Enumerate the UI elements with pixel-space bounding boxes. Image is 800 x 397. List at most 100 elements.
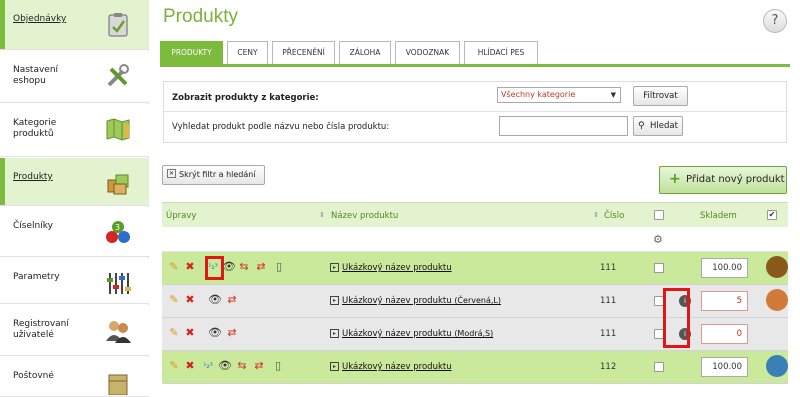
add-product-button[interactable]: + Přidat nový produkt <box>659 166 787 194</box>
product-name-link[interactable]: Ukázkový název produktu <box>342 362 452 372</box>
expand-icon[interactable]: ▸ <box>330 296 339 305</box>
pencil-icon[interactable]: ✎ <box>168 360 180 372</box>
swap-icon[interactable]: ⇄ <box>226 327 238 339</box>
numbers-icon: 3 <box>106 221 130 243</box>
delete-icon[interactable]: ✖ <box>184 261 196 273</box>
product-thumbnail <box>766 289 788 311</box>
tab-repricing[interactable]: PŘECENĚNÍ <box>272 41 335 65</box>
tab-watchdog[interactable]: HLÍDACÍ PES <box>464 41 538 65</box>
product-name: Ukázkový název produktu <box>342 329 452 339</box>
expand-icon[interactable]: ▸ <box>330 362 339 371</box>
sidebar-item-shipping[interactable]: Poštovné <box>0 357 149 397</box>
delete-icon[interactable]: ✖ <box>184 360 196 372</box>
sidebar-item-registered-users[interactable]: Registrovaní uživatelé <box>0 305 149 356</box>
plus-icon: + <box>669 171 681 187</box>
product-name: Ukázkový název produktu <box>342 296 452 306</box>
product-variant: (Červená,L) <box>454 296 501 305</box>
eye-icon[interactable]: 👁 <box>208 327 222 339</box>
sidebar: Objednávky Nastavení eshopu Kategorie pr… <box>0 0 149 397</box>
product-name-link[interactable]: Ukázkový název produktu (Modrá,S) <box>342 329 493 339</box>
product-number: 111 <box>600 329 617 339</box>
delete-icon[interactable]: ✖ <box>184 327 196 339</box>
search-button[interactable]: ⚲ Hledat <box>633 116 683 136</box>
tools-icon <box>107 64 129 87</box>
table-row: ✎ ✖ 👁 ⇄ ▸ Ukázkový název produktu (Červe… <box>162 285 788 318</box>
eye-icon[interactable]: 👁 <box>218 360 232 372</box>
swap-icon[interactable]: ⇄ <box>255 261 267 273</box>
sidebar-item-categories[interactable]: Kategorie produktů <box>0 104 149 157</box>
column-stock: Skladem <box>700 211 737 221</box>
sliders-icon <box>107 273 131 294</box>
tab-products[interactable]: PRODUKTY <box>160 41 223 65</box>
add-product-label: Přidat nový produkt <box>686 174 785 185</box>
sidebar-item-parameters[interactable]: Parametry <box>0 258 149 304</box>
pencil-icon[interactable]: ✎ <box>168 261 180 273</box>
eye-icon[interactable]: 👁 <box>208 294 222 306</box>
magnifier-icon: ⚲ <box>638 121 645 131</box>
clipboard-icon <box>108 13 128 37</box>
row-checkbox[interactable] <box>654 362 664 372</box>
category-select[interactable]: Všechny kategorie ▼ <box>497 87 621 103</box>
stock-input[interactable]: 0 <box>701 324 748 344</box>
pencil-icon[interactable]: ✎ <box>168 327 180 339</box>
tab-backup[interactable]: ZÁLOHA <box>339 41 391 65</box>
gear-icon[interactable]: ⚙ <box>653 233 663 246</box>
swap-icon[interactable]: ⇄ <box>253 360 265 372</box>
divider <box>164 111 788 112</box>
sidebar-item-codebooks[interactable]: Číselníky 3 <box>0 207 149 257</box>
product-number: 111 <box>600 263 617 273</box>
product-name-link[interactable]: Ukázkový název produktu <box>342 263 452 273</box>
tab-prices[interactable]: CENY <box>227 41 268 65</box>
sort-icon[interactable]: ⇕ <box>319 211 325 219</box>
table-row: ✎ ✖ ¹₂³ 👁 ⇆ ⇄ ▯ ▸ Ukázkový název produkt… <box>162 252 788 285</box>
search-button-label: Hledat <box>650 121 678 131</box>
sidebar-item-orders[interactable]: Objednávky <box>0 0 149 50</box>
category-label: Zobrazit produkty z kategorie: <box>172 93 319 103</box>
product-number: 111 <box>600 296 617 306</box>
column-number[interactable]: Číslo <box>604 211 624 221</box>
hide-filter-button[interactable]: ✕ Skrýt filtr a hledání <box>162 165 265 185</box>
expand-icon[interactable]: ▸ <box>330 329 339 338</box>
sizes-icon[interactable]: ▯ <box>273 261 285 273</box>
shipping-icon <box>108 374 128 395</box>
sidebar-item-eshop-settings[interactable]: Nastavení eshopu <box>0 51 149 103</box>
sort-icon[interactable]: ⇕ <box>593 211 599 219</box>
basket-icon[interactable]: ⇆ <box>238 261 250 273</box>
select-all-stock-checkbox[interactable]: ✔ <box>767 210 777 220</box>
product-name-link[interactable]: Ukázkový název produktu (Červená,L) <box>342 296 501 306</box>
stock-input[interactable]: 100.00 <box>701 258 748 278</box>
main-content: Produkty ? PRODUKTY CENY PŘECENĚNÍ ZÁLOH… <box>149 0 800 384</box>
tab-watermark[interactable]: VODOZNAK <box>395 41 460 65</box>
stock-input[interactable]: 5 <box>701 291 748 311</box>
sidebar-item-label: Nastavení eshopu <box>13 65 59 86</box>
svg-text:3: 3 <box>115 223 120 232</box>
swap-icon[interactable]: ⇄ <box>226 294 238 306</box>
page-title: Produkty <box>163 6 238 27</box>
product-name: Ukázkový název produktu <box>342 362 452 372</box>
help-icon[interactable]: ? <box>763 9 787 33</box>
expand-icon[interactable]: ▸ <box>330 263 339 272</box>
sidebar-item-products[interactable]: Produkty <box>0 158 149 206</box>
sidebar-item-label: Produkty <box>13 172 53 182</box>
column-name[interactable]: Název produktu <box>331 211 398 221</box>
order-icon[interactable]: ¹₂³ <box>202 360 214 372</box>
search-input[interactable] <box>499 116 628 136</box>
pencil-icon[interactable]: ✎ <box>168 294 180 306</box>
highlight-box-info-icons <box>663 288 690 348</box>
sidebar-item-label: Kategorie produktů <box>13 118 57 139</box>
filter-panel: Zobrazit produkty z kategorie: Všechny k… <box>163 81 788 143</box>
product-thumbnail <box>766 256 788 278</box>
product-variant: (Modrá,S) <box>454 329 494 338</box>
chevron-down-icon: ▼ <box>610 91 616 99</box>
row-checkbox[interactable] <box>654 263 664 273</box>
basket-icon[interactable]: ⇆ <box>236 360 248 372</box>
map-icon <box>106 118 130 141</box>
product-name: Ukázkový název produktu <box>342 263 452 273</box>
select-all-checkbox[interactable] <box>654 210 664 220</box>
delete-icon[interactable]: ✖ <box>184 294 196 306</box>
category-select-value: Všechny kategorie <box>501 90 576 99</box>
sidebar-item-label: Číselníky <box>13 221 53 231</box>
filter-button[interactable]: Filtrovat <box>633 86 688 106</box>
stock-input[interactable]: 100.00 <box>701 357 748 377</box>
sizes-icon[interactable]: ▯ <box>272 360 284 372</box>
